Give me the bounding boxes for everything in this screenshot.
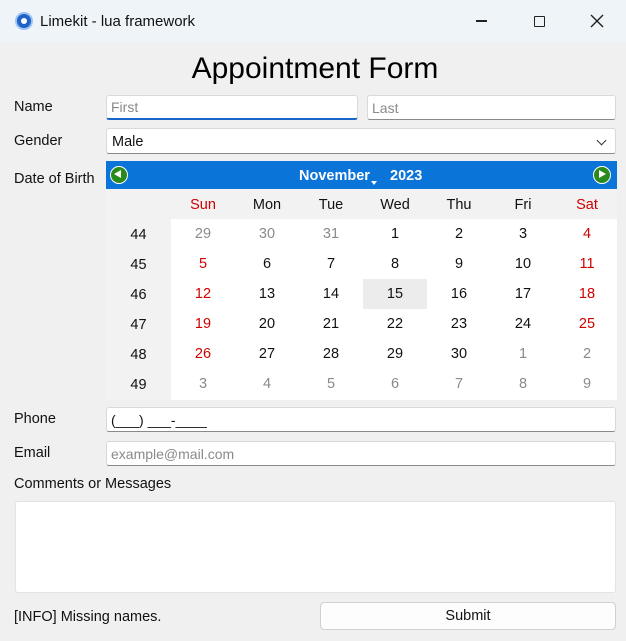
weekday-header: Sun (190, 197, 216, 213)
calendar-day[interactable]: 18 (555, 279, 619, 309)
weekday-header: Wed (380, 197, 410, 213)
calendar-day[interactable]: 30 (427, 339, 491, 369)
calendar-day[interactable]: 10 (491, 249, 555, 279)
submit-button[interactable]: Submit (320, 602, 616, 630)
caret-down-icon (371, 181, 377, 185)
dob-label: Date of Birth (14, 171, 95, 187)
week-number: 45 (130, 257, 147, 273)
calendar-day[interactable]: 24 (491, 309, 555, 339)
calendar-day[interactable]: 9 (555, 369, 619, 399)
minimize-icon (475, 20, 487, 22)
week-number: 49 (130, 377, 147, 393)
calendar-day[interactable]: 21 (299, 309, 363, 339)
email-label: Email (14, 445, 51, 461)
email-input[interactable] (106, 441, 616, 466)
calendar-day[interactable]: 29 (171, 219, 235, 249)
weekday-header: Fri (514, 197, 532, 213)
calendar-day[interactable]: 8 (491, 369, 555, 399)
calendar-day[interactable]: 3 (491, 219, 555, 249)
calendar-day[interactable]: 3 (171, 369, 235, 399)
next-month-button[interactable] (593, 166, 611, 184)
calendar-day[interactable]: 5 (299, 369, 363, 399)
calendar-day[interactable]: 15 (363, 279, 427, 309)
calendar-day[interactable]: 4 (555, 219, 619, 249)
calendar-day[interactable]: 29 (363, 339, 427, 369)
last-name-input[interactable] (367, 95, 616, 120)
calendar-day[interactable]: 1 (363, 219, 427, 249)
calendar-day[interactable]: 20 (235, 309, 299, 339)
calendar-day[interactable]: 28 (299, 339, 363, 369)
phone-input[interactable] (106, 407, 616, 432)
calendar-day[interactable]: 1 (491, 339, 555, 369)
calendar-day[interactable]: 19 (171, 309, 235, 339)
calendar-day[interactable]: 14 (299, 279, 363, 309)
calendar-day[interactable]: 23 (427, 309, 491, 339)
calendar-day[interactable]: 2 (555, 339, 619, 369)
weekday-header: Sat (576, 197, 598, 213)
calendar-day[interactable]: 27 (235, 339, 299, 369)
calendar-day[interactable]: 25 (555, 309, 619, 339)
gender-select[interactable]: Male (106, 128, 616, 154)
week-number: 46 (130, 287, 147, 303)
chevron-down-icon (596, 135, 607, 146)
calendar-day[interactable]: 30 (235, 219, 299, 249)
calendar-day[interactable]: 12 (171, 279, 235, 309)
first-name-input[interactable] (106, 95, 358, 120)
arrow-right-icon (599, 170, 606, 178)
status-message: [INFO] Missing names. (14, 609, 162, 625)
calendar-day[interactable]: 7 (299, 249, 363, 279)
calendar-day[interactable]: 31 (299, 219, 363, 249)
comments-label: Comments or Messages (14, 476, 172, 492)
calendar-day[interactable]: 6 (363, 369, 427, 399)
arrow-left-icon (114, 170, 121, 178)
calendar-day[interactable]: 26 (171, 339, 235, 369)
year-spinner[interactable]: 2023 (390, 168, 422, 184)
calendar-day[interactable]: 6 (235, 249, 299, 279)
weekday-header: Mon (252, 197, 282, 213)
weekday-header: Thu (446, 197, 472, 213)
close-button[interactable] (568, 0, 626, 42)
calendar-day[interactable]: 17 (491, 279, 555, 309)
weekday-header: Tue (318, 197, 344, 213)
week-number: 47 (130, 317, 147, 333)
maximize-icon (533, 15, 545, 27)
calendar-day[interactable]: 13 (235, 279, 299, 309)
calendar: November 2023 Sun Mon Tue Wed Thu Fri Sat 44 29 3… (106, 161, 617, 400)
minimize-button[interactable] (452, 0, 510, 42)
close-icon (590, 14, 604, 28)
title-bar: Limekit - lua framework (0, 0, 626, 42)
gender-value: Male (112, 134, 144, 150)
previous-month-button[interactable] (110, 166, 128, 184)
calendar-day[interactable]: 8 (363, 249, 427, 279)
form-title: Appointment Form (191, 52, 439, 85)
calendar-day[interactable]: 22 (363, 309, 427, 339)
maximize-button[interactable] (510, 0, 568, 42)
calendar-day[interactable]: 4 (235, 369, 299, 399)
month-dropdown[interactable]: November (299, 168, 370, 184)
calendar-day[interactable]: 11 (555, 249, 619, 279)
calendar-day[interactable]: 2 (427, 219, 491, 249)
name-label: Name (14, 99, 53, 115)
calendar-day[interactable]: 5 (171, 249, 235, 279)
gender-label: Gender (14, 133, 63, 149)
week-number: 48 (130, 347, 147, 363)
window-title: Limekit - lua framework (40, 13, 196, 30)
calendar-header: November 2023 (106, 161, 617, 189)
comments-textarea[interactable] (15, 501, 616, 593)
phone-label: Phone (14, 411, 56, 427)
week-number: 44 (130, 227, 147, 243)
calendar-day[interactable]: 7 (427, 369, 491, 399)
calendar-day[interactable]: 9 (427, 249, 491, 279)
calendar-day[interactable]: 16 (427, 279, 491, 309)
app-icon (15, 12, 33, 30)
